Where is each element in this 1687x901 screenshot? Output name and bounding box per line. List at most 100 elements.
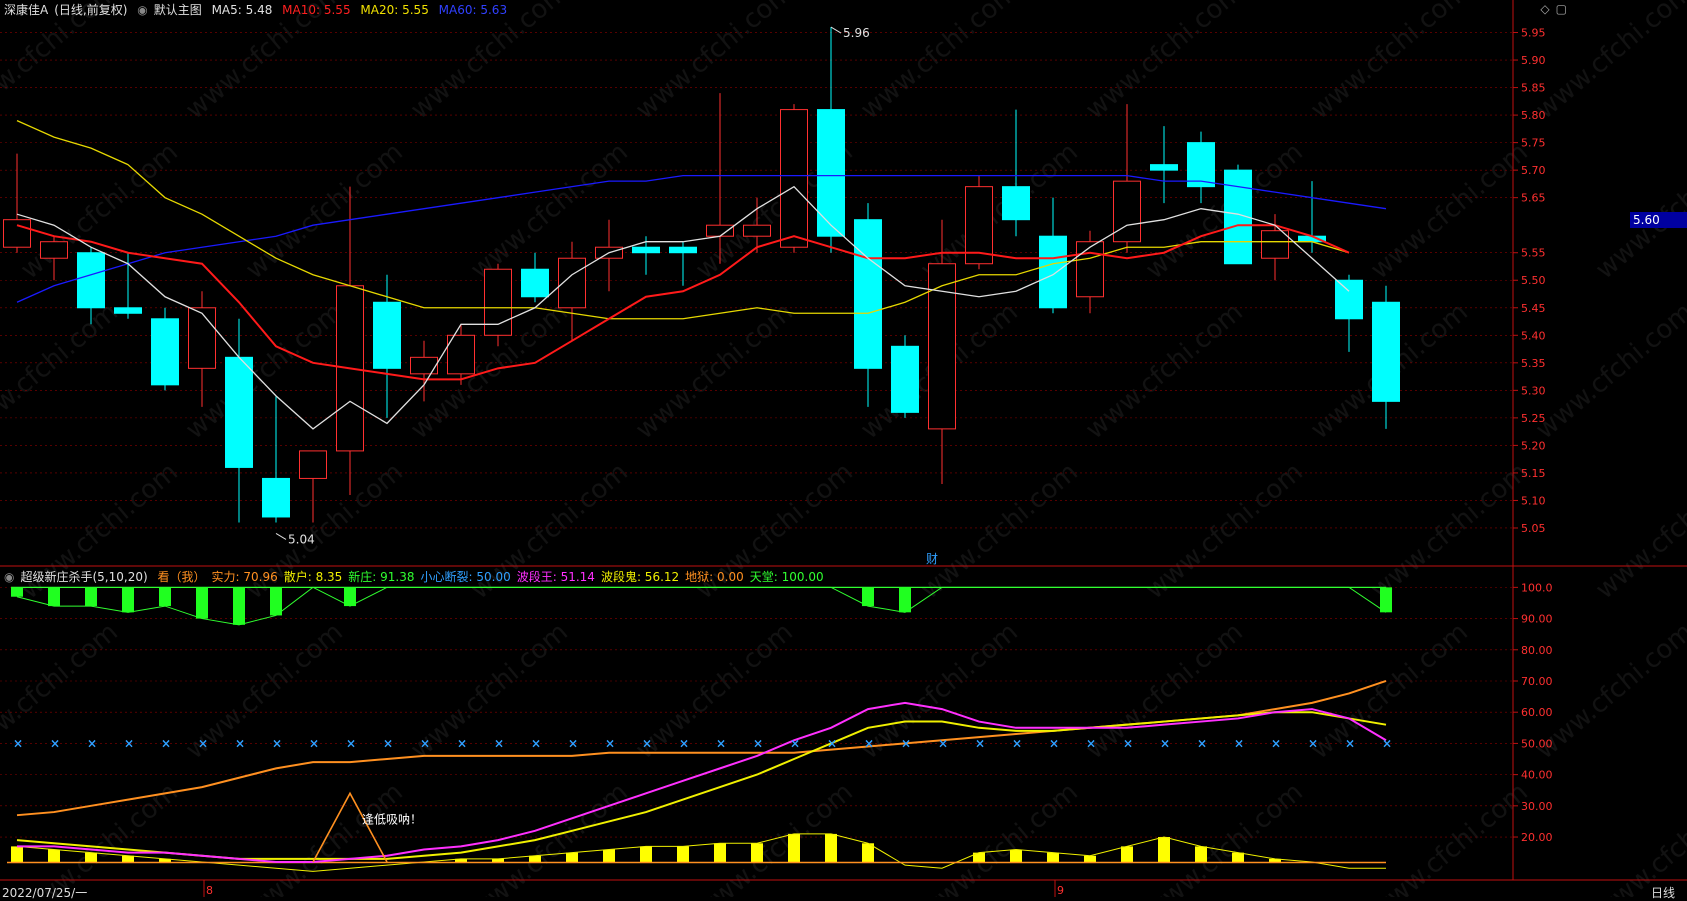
candle-up[interactable]	[1113, 180, 1141, 243]
candle-up[interactable]	[3, 219, 31, 248]
new-dealer-bar	[899, 587, 911, 613]
candle-down[interactable]	[114, 307, 142, 314]
high-marker	[830, 26, 842, 34]
price-tick-label: 5.10	[1521, 494, 1546, 507]
price-tick-label: 5.80	[1521, 109, 1546, 122]
candle-up[interactable]	[706, 224, 734, 237]
retail-bar	[1047, 852, 1059, 862]
caution-mark: ×	[1345, 736, 1355, 750]
candle-down[interactable]	[521, 268, 549, 298]
candle-up[interactable]	[299, 450, 327, 479]
caution-mark: ×	[457, 736, 467, 750]
candle-down[interactable]	[854, 219, 882, 369]
watermark-text: www.cfchi.com	[1530, 0, 1687, 125]
caution-mark: ×	[568, 736, 578, 750]
candle-up[interactable]	[743, 224, 771, 237]
candle-up[interactable]	[928, 263, 956, 430]
candle-down[interactable]	[225, 356, 253, 468]
finance-marker[interactable]: 财	[926, 552, 938, 566]
candle-down[interactable]	[1002, 186, 1030, 221]
low-marker	[275, 533, 287, 540]
indicator-name[interactable]: 超级新庄杀手(5,10,20)	[20, 570, 147, 584]
candle-up[interactable]	[188, 307, 216, 369]
new-dealer-bar	[11, 587, 23, 597]
month-label: 9	[1057, 884, 1064, 897]
retail-bar	[751, 843, 763, 862]
retail-bar	[1195, 846, 1207, 862]
top-icons: ◇ ▢	[1534, 2, 1567, 16]
price-tick-label: 5.50	[1521, 274, 1546, 287]
retail-bar	[603, 849, 615, 862]
indicator-header: ◉ 超级新庄杀手(5,10,20) 看（我） 实力: 70.96 散户: 8.35 新庄…	[4, 568, 830, 585]
indicator-tick-label: 90.00	[1521, 613, 1553, 626]
caution-mark: ×	[1049, 736, 1059, 750]
caution-mark: ×	[975, 736, 985, 750]
candle-down[interactable]	[1150, 164, 1178, 171]
new-dealer-bar	[85, 587, 97, 607]
candle-up[interactable]	[780, 109, 808, 248]
window-icon[interactable]: ▢	[1556, 2, 1567, 16]
retail-bar	[1010, 849, 1022, 862]
retail-bar	[788, 833, 800, 862]
month-label: 8	[206, 884, 213, 897]
retail-bar	[677, 846, 689, 862]
watermark-text: www.cfchi.com	[915, 457, 1084, 605]
settings-icon[interactable]: ◉	[4, 570, 14, 584]
new-dealer-bar	[233, 587, 245, 625]
indicator-value-8: 天堂: 100.00	[749, 570, 824, 584]
low-price-label: 5.04	[288, 532, 315, 546]
period-switch[interactable]: 日线	[1651, 884, 1675, 901]
candle-down[interactable]	[632, 246, 660, 254]
ma5-label: MA5: 5.48	[211, 3, 273, 17]
retail-bar	[1084, 855, 1096, 862]
main-chart-label[interactable]: 默认主图	[154, 3, 202, 17]
candle-down[interactable]	[262, 477, 290, 518]
candle-down[interactable]	[1187, 142, 1215, 188]
caution-mark: ×	[1086, 736, 1096, 750]
candle-up[interactable]	[410, 356, 438, 375]
stock-chart[interactable]: www.cfchi.com www.cfchi.com www.cfchi.com w…	[0, 0, 1687, 897]
caution-mark: ×	[13, 736, 23, 750]
indicator-value-1: 实力: 70.96	[211, 570, 278, 584]
candle-down[interactable]	[373, 301, 401, 369]
candle-up[interactable]	[40, 241, 68, 259]
indicator-value-7: 地狱: 0.00	[685, 570, 744, 584]
candle-down[interactable]	[1039, 235, 1067, 309]
candle-down[interactable]	[1335, 279, 1363, 320]
watermark-text: www.cfchi.com	[855, 0, 1024, 125]
candle-down[interactable]	[669, 246, 697, 254]
candle-down[interactable]	[1372, 301, 1400, 402]
caution-mark: ×	[50, 736, 60, 750]
watermark-text: www.cfchi.com	[1590, 457, 1687, 605]
candle-up[interactable]	[1076, 241, 1104, 298]
caution-mark: ×	[531, 736, 541, 750]
caution-mark: ×	[494, 736, 504, 750]
caution-mark: ×	[1382, 736, 1392, 750]
watermark-text: www.cfchi.com	[1140, 457, 1309, 605]
caution-mark: ×	[198, 736, 208, 750]
caution-mark: ×	[938, 736, 948, 750]
watermark-text: www.cfchi.com	[1530, 617, 1687, 765]
price-tick-label: 5.75	[1521, 137, 1546, 150]
caution-mark: ×	[420, 736, 430, 750]
price-tick-label: 5.30	[1521, 384, 1546, 397]
stock-name[interactable]: 深康佳A	[4, 3, 48, 17]
caution-mark: ×	[383, 736, 393, 750]
settings-icon[interactable]: ◉	[137, 3, 147, 17]
date-label: 2022/07/25/一	[2, 886, 88, 900]
candle-down[interactable]	[77, 252, 105, 309]
watermark-text: www.cfchi.com	[1080, 297, 1249, 445]
caution-mark: ×	[272, 736, 282, 750]
diamond-icon[interactable]: ◇	[1540, 2, 1549, 16]
caution-mark: ×	[161, 736, 171, 750]
price-tick-label: 5.40	[1521, 329, 1546, 342]
caution-mark: ×	[827, 736, 837, 750]
candle-down[interactable]	[817, 109, 845, 237]
price-tick-label: 5.05	[1521, 522, 1546, 535]
candle-up[interactable]	[484, 268, 512, 336]
candle-down[interactable]	[151, 318, 179, 386]
retail-bar	[825, 833, 837, 862]
candle-up[interactable]	[1261, 230, 1289, 259]
candle-down[interactable]	[891, 345, 919, 413]
candle-up[interactable]	[447, 334, 475, 375]
